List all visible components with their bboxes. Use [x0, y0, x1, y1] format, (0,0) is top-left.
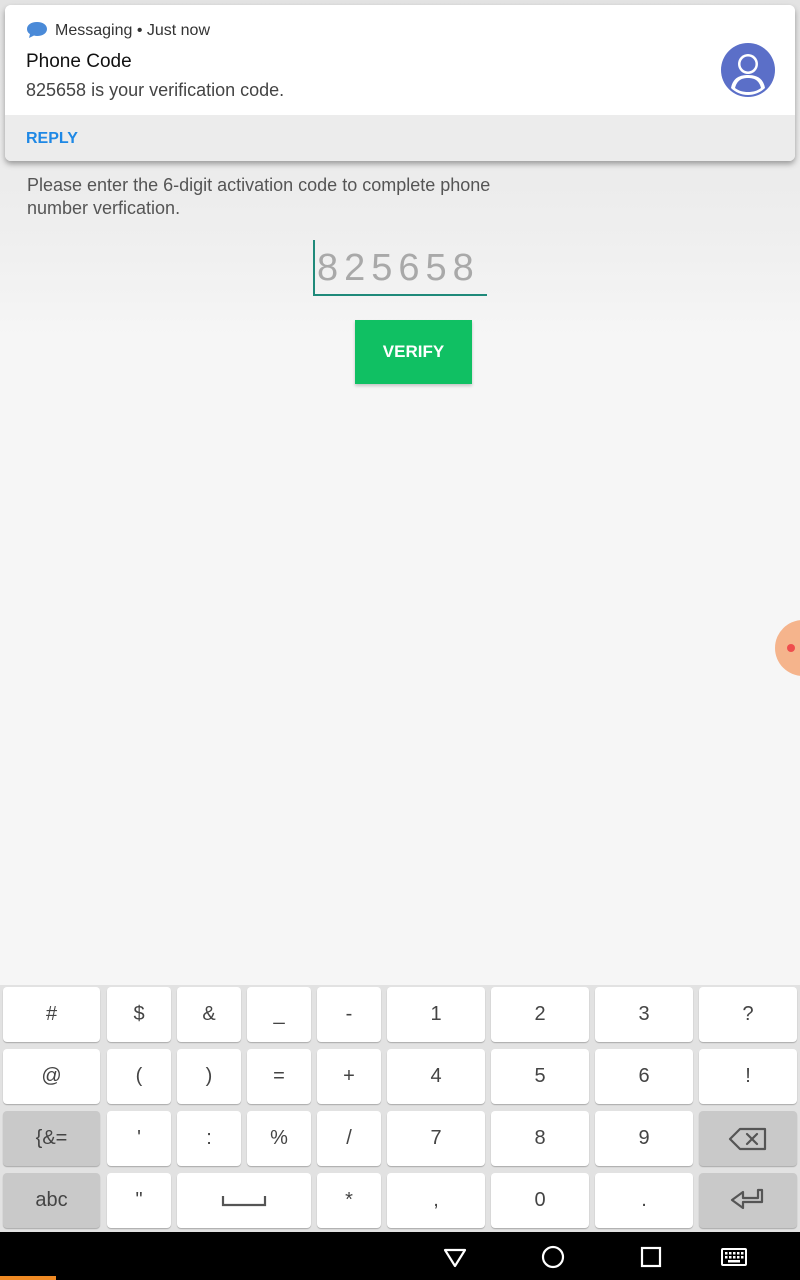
space-icon	[221, 1195, 267, 1206]
gesture-indicator	[0, 1276, 56, 1280]
key-1[interactable]: 1	[387, 987, 485, 1042]
key-double-quote[interactable]: "	[107, 1173, 171, 1228]
key-7[interactable]: 7	[387, 1111, 485, 1166]
recents-square-icon[interactable]	[638, 1244, 664, 1270]
key-question[interactable]: ?	[699, 987, 797, 1042]
key-space[interactable]	[177, 1173, 311, 1228]
key-period[interactable]: .	[595, 1173, 693, 1228]
symbol-keyboard: # $ & _ - 1 2 3 ? @ ( ) = + 4 5 6 ! {&= …	[0, 985, 800, 1232]
key-asterisk[interactable]: *	[317, 1173, 381, 1228]
verification-code-value: 825658	[317, 247, 480, 289]
key-more-symbols[interactable]: {&=	[3, 1111, 100, 1166]
notification-card[interactable]: Messaging • Just now Phone Code 825658 i…	[5, 5, 795, 161]
keyboard-icon[interactable]	[720, 1244, 748, 1270]
key-2[interactable]: 2	[491, 987, 589, 1042]
reply-button[interactable]: REPLY	[26, 129, 78, 149]
key-exclamation[interactable]: !	[699, 1049, 797, 1104]
user-avatar-icon	[721, 43, 775, 97]
key-underscore[interactable]: _	[247, 987, 311, 1042]
key-at[interactable]: @	[3, 1049, 100, 1104]
key-colon[interactable]: :	[177, 1111, 241, 1166]
key-percent[interactable]: %	[247, 1111, 311, 1166]
key-hyphen[interactable]: -	[317, 987, 381, 1042]
backspace-icon	[728, 1127, 767, 1150]
chat-bubble-icon	[27, 22, 47, 38]
notification-app-line: Messaging • Just now	[55, 22, 211, 39]
key-apostrophe[interactable]: '	[107, 1111, 171, 1166]
enter-icon	[730, 1188, 764, 1209]
key-comma[interactable]: ,	[387, 1173, 485, 1228]
key-dollar[interactable]: $	[107, 987, 171, 1042]
key-hash[interactable]: #	[3, 987, 100, 1042]
notification-body[interactable]: Messaging • Just now Phone Code 825658 i…	[5, 5, 795, 115]
key-plus[interactable]: +	[317, 1049, 381, 1104]
notification-title: Phone Code	[26, 51, 132, 72]
key-6[interactable]: 6	[595, 1049, 693, 1104]
home-circle-icon[interactable]	[540, 1244, 566, 1270]
key-3[interactable]: 3	[595, 987, 693, 1042]
key-8[interactable]: 8	[491, 1111, 589, 1166]
notification-actions	[5, 115, 795, 161]
key-9[interactable]: 9	[595, 1111, 693, 1166]
key-close-paren[interactable]: )	[177, 1049, 241, 1104]
key-0[interactable]: 0	[491, 1173, 589, 1228]
key-backspace[interactable]	[699, 1111, 797, 1166]
floating-assist-handle[interactable]	[775, 620, 800, 676]
notification-message: 825658 is your verification code.	[26, 80, 285, 100]
key-abc[interactable]: abc	[3, 1173, 100, 1228]
key-ampersand[interactable]: &	[177, 987, 241, 1042]
key-slash[interactable]: /	[317, 1111, 381, 1166]
key-5[interactable]: 5	[491, 1049, 589, 1104]
verification-code-input[interactable]: 825658	[313, 240, 487, 296]
key-open-paren[interactable]: (	[107, 1049, 171, 1104]
key-equals[interactable]: =	[247, 1049, 311, 1104]
floating-handle-dot	[787, 644, 795, 652]
system-navigation-bar	[0, 1232, 800, 1280]
key-4[interactable]: 4	[387, 1049, 485, 1104]
verify-button[interactable]: VERIFY	[355, 320, 472, 384]
text-cursor	[313, 240, 315, 294]
instruction-text: Please enter the 6-digit activation code…	[27, 175, 491, 214]
key-enter[interactable]	[699, 1173, 797, 1228]
back-triangle-icon[interactable]	[442, 1244, 468, 1270]
